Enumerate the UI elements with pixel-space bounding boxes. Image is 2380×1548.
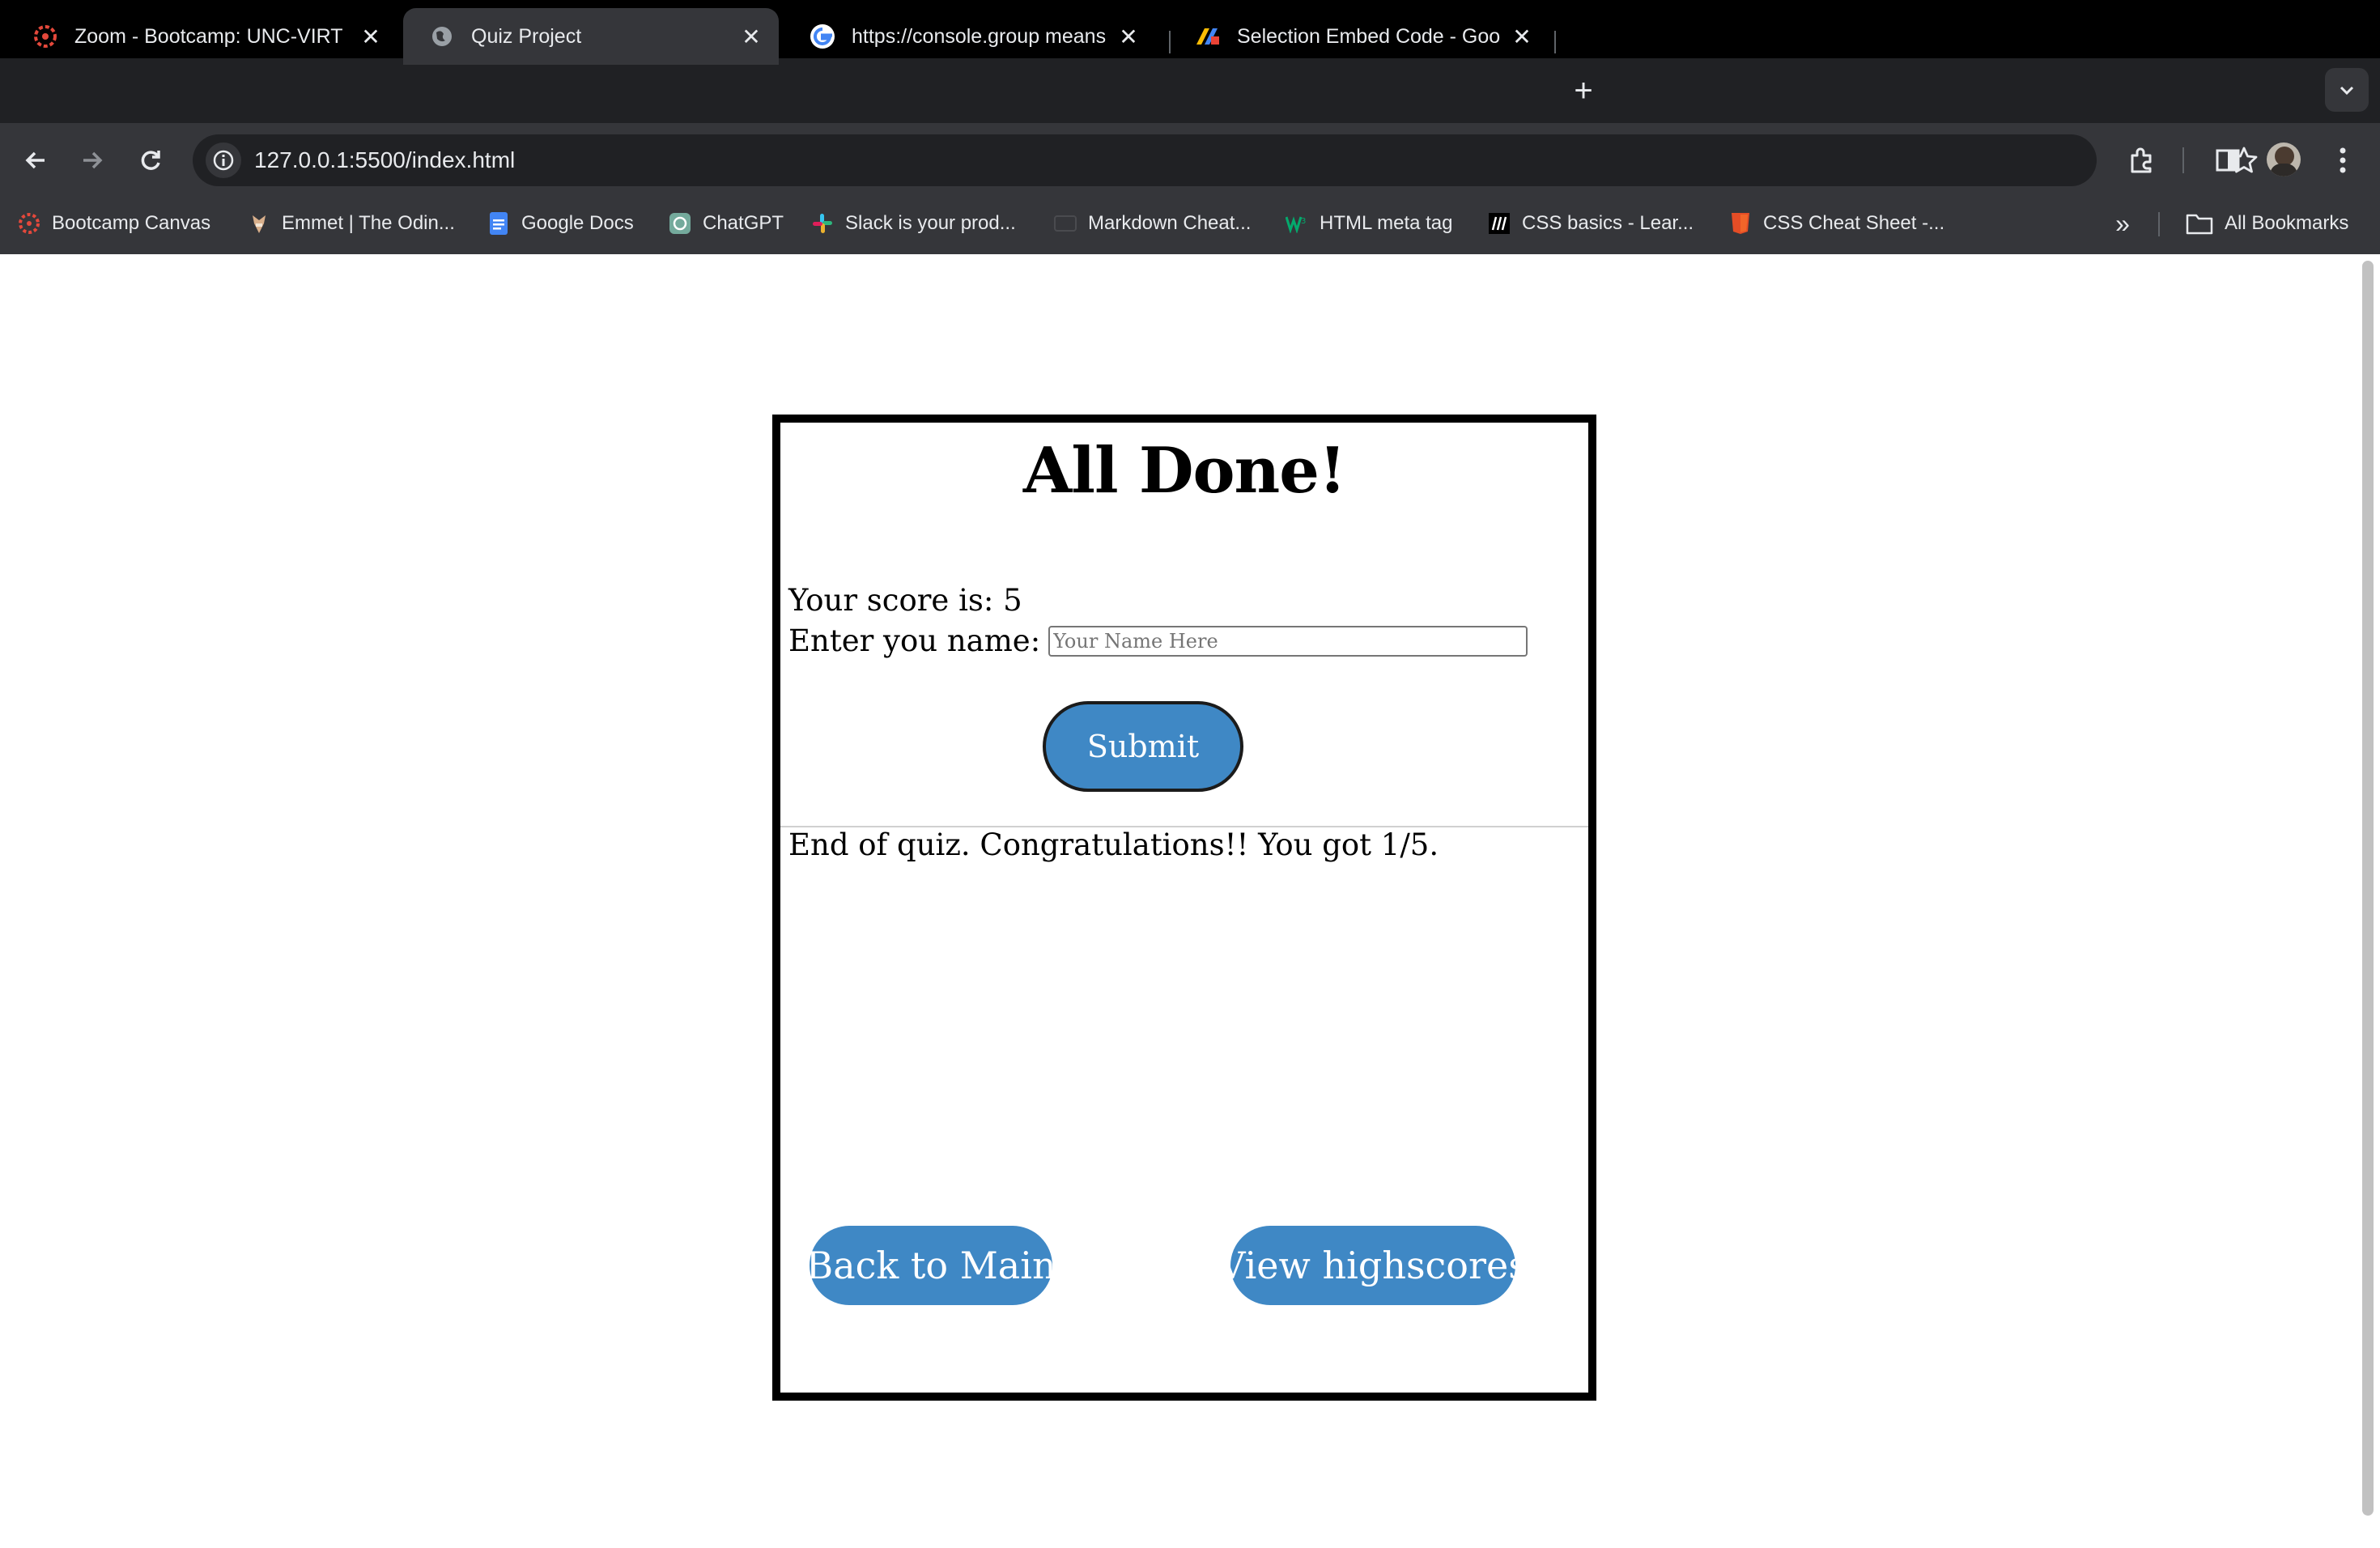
tab-title: https://console.group means [852, 24, 1107, 48]
google-docs-icon [487, 212, 510, 235]
back-button[interactable] [15, 139, 57, 181]
all-bookmarks-button[interactable]: All Bookmarks [2186, 198, 2348, 249]
view-highscores-button[interactable]: View highscores [1218, 1226, 1528, 1305]
close-icon[interactable]: ✕ [735, 23, 767, 50]
kebab-menu-icon [2340, 147, 2346, 173]
html5-icon [1729, 212, 1752, 235]
side-panel-icon [2216, 149, 2240, 172]
slack-icon [811, 212, 834, 235]
menu-button[interactable] [2322, 139, 2364, 181]
site-info-icon[interactable] [206, 142, 241, 178]
profile-avatar[interactable] [2267, 142, 2301, 176]
bookmarks-bar: Bootcamp Canvas Emmet | The Odin... Goog… [0, 198, 2380, 254]
name-label: Enter you name: [788, 623, 1041, 658]
mdn-icon [1488, 212, 1511, 235]
close-icon[interactable]: ✕ [355, 23, 387, 50]
bookmark-css-basics[interactable]: CSS basics - Lear... [1488, 198, 1694, 249]
bookmark-label: CSS basics - Lear... [1522, 212, 1694, 234]
name-row: Enter you name: [788, 623, 1528, 658]
bookmark-label: CSS Cheat Sheet -... [1763, 212, 1945, 234]
tab-title: Zoom - Bootcamp: UNC-VIRT [74, 24, 343, 48]
chevron-down-icon [2340, 86, 2354, 96]
bookmark-google-docs[interactable]: Google Docs [487, 198, 634, 249]
submit-button[interactable]: Submit [1043, 701, 1243, 792]
bookmark-bootcamp-canvas[interactable]: Bootcamp Canvas [18, 198, 210, 249]
bookmarks-separator [2158, 212, 2160, 236]
forward-button[interactable] [71, 139, 113, 181]
bookmark-label: HTML meta tag [1320, 212, 1453, 234]
reload-icon [141, 151, 160, 170]
extensions-button[interactable] [2121, 139, 2163, 181]
side-panel-button[interactable] [2207, 139, 2249, 181]
bookmark-emmet-odin[interactable]: Emmet | The Odin... [248, 198, 455, 249]
puzzle-icon [2131, 147, 2152, 173]
name-input[interactable] [1048, 625, 1528, 657]
tab-title: Selection Embed Code - Goo [1237, 24, 1501, 48]
chevron-double-right-icon[interactable]: » [2105, 206, 2140, 241]
svg-text:3: 3 [1301, 217, 1306, 226]
zoom-logo-icon [32, 23, 58, 49]
page-scrollbar-thumb[interactable] [2362, 261, 2374, 1516]
page-title: All Done! [1022, 434, 1346, 508]
tab-console-group[interactable]: https://console.group means ✕ [784, 8, 1156, 65]
google-logo-icon [810, 23, 835, 49]
bookmark-label: Bootcamp Canvas [52, 212, 211, 234]
url-text: 127.0.0.1:5500/index.html [254, 147, 516, 172]
reload-button[interactable] [130, 139, 172, 181]
close-icon[interactable]: ✕ [1112, 23, 1145, 50]
bookmark-chatgpt[interactable]: ChatGPT [669, 198, 784, 249]
odin-logo-icon [248, 212, 270, 235]
bookmark-label: Slack is your prod... [845, 212, 1016, 234]
bookmark-label: Google Docs [521, 212, 634, 234]
toolbar-divider [2182, 147, 2184, 173]
score-text: Your score is: 5 [788, 583, 1022, 618]
back-to-main-button[interactable]: Back to Main [805, 1226, 1056, 1305]
bookmark-markdown[interactable]: Markdown Cheat... [1054, 198, 1251, 249]
quiz-card: All Done! Your score is: 5 Enter you nam… [772, 415, 1596, 1401]
tab-separator [1554, 31, 1556, 53]
new-tab-button[interactable]: + [1567, 66, 1600, 115]
bookmark-label: Markdown Cheat... [1088, 212, 1252, 234]
tab-quiz-project[interactable]: Quiz Project ✕ [403, 8, 779, 65]
tab-zoom[interactable]: Zoom - Bootcamp: UNC-VIRT ✕ [6, 8, 398, 65]
canvas-logo-icon [18, 212, 40, 235]
tab-title: Quiz Project [471, 24, 582, 48]
bookmark-html-meta-tag[interactable]: 3 HTML meta tag [1286, 198, 1453, 249]
arrow-right-icon [83, 151, 103, 169]
w3schools-icon: 3 [1286, 212, 1308, 235]
app-logo-icon [1195, 23, 1221, 49]
bookmark-slack[interactable]: Slack is your prod... [811, 198, 1016, 249]
bookmark-label: ChatGPT [703, 212, 784, 234]
bookmark-css-cheat-sheet[interactable]: CSS Cheat Sheet -... [1729, 198, 1944, 249]
close-icon[interactable]: ✕ [1506, 23, 1538, 50]
markdown-icon [1054, 212, 1077, 235]
chatgpt-icon [669, 212, 691, 235]
all-bookmarks-label: All Bookmarks [2225, 212, 2349, 234]
tab-strip [0, 58, 2380, 123]
browser-toolbar: 127.0.0.1:5500/index.html [0, 123, 2380, 198]
address-bar[interactable]: 127.0.0.1:5500/index.html [193, 134, 2258, 186]
tab-selection-embed[interactable]: Selection Embed Code - Goo ✕ [1169, 8, 1549, 65]
arrow-left-icon [25, 151, 45, 169]
tab-search-button[interactable] [2325, 68, 2369, 112]
end-message: End of quiz. Congratulations!! You got 1… [788, 827, 1439, 862]
globe-icon [429, 23, 455, 49]
bookmark-label: Emmet | The Odin... [282, 212, 455, 234]
avatar-body [2270, 164, 2297, 176]
folder-icon [2186, 212, 2213, 235]
